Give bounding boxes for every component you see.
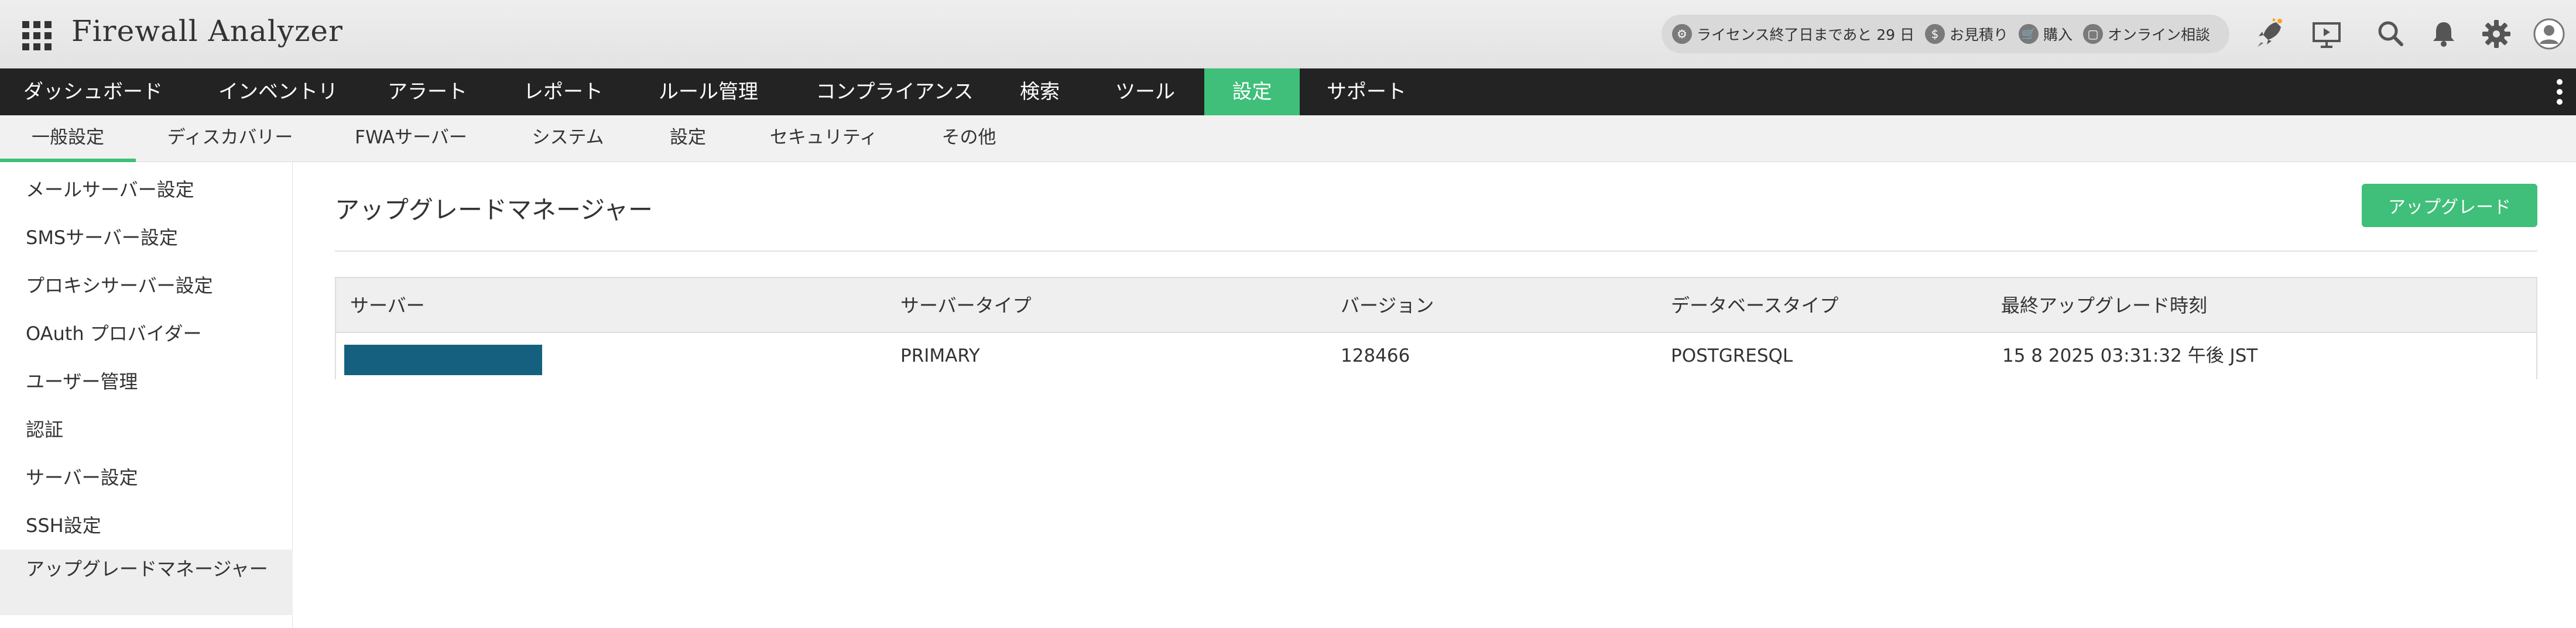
license-icon: ⚙ (1672, 24, 1692, 44)
nav-support[interactable]: サポート (1303, 68, 1430, 115)
settings-sidebar: メールサーバー設定 SMSサーバー設定 プロキシサーバー設定 OAuth プロバ… (0, 162, 293, 628)
app-title: Firewall Analyzer (71, 14, 343, 48)
consult-link[interactable]: ▢ オンライン相談 (2083, 23, 2210, 44)
user-icon[interactable] (2532, 16, 2567, 52)
nav-tools[interactable]: ツール (1092, 68, 1198, 115)
sub-navigation: 一般設定 ディスカバリー FWAサーバー システム 設定 セキュリティ その他 (0, 115, 2576, 162)
sidebar-item-upgrade-manager[interactable]: アップグレードマネージャー (0, 550, 293, 615)
column-header-database-type[interactable]: データベースタイプ (1671, 278, 1838, 333)
cell-database-type: POSTGRESQL (1671, 345, 1793, 366)
cell-last-upgrade-time: 15 8 2025 03:31:32 午後 JST (2002, 345, 2258, 366)
sidebar-item-authentication[interactable]: 認証 (0, 415, 293, 442)
table-header: サーバー サーバータイプ バージョン データベースタイプ 最終アップグレード時刻 (336, 278, 2536, 333)
upgrade-button[interactable]: アップグレード (2362, 184, 2537, 227)
tab-system[interactable]: システム (515, 115, 621, 162)
tab-settings[interactable]: 設定 (650, 115, 726, 162)
page-title: アップグレードマネージャー (335, 195, 653, 224)
column-header-version[interactable]: バージョン (1341, 278, 1434, 333)
redacted-server-name (344, 345, 542, 375)
more-vertical-icon[interactable] (2556, 79, 2563, 105)
rocket-icon[interactable] (2252, 16, 2287, 52)
tab-general-settings[interactable]: 一般設定 (0, 115, 136, 162)
sidebar-item-proxy-server[interactable]: プロキシサーバー設定 (0, 271, 293, 298)
quote-link[interactable]: $ お見積り (1924, 23, 2008, 44)
quote-text: お見積り (1949, 26, 2008, 43)
purchase-text: 購入 (2043, 26, 2073, 43)
sidebar-item-server-settings[interactable]: サーバー設定 (0, 463, 293, 490)
tab-security[interactable]: セキュリティ (756, 115, 891, 162)
chat-icon: ▢ (2083, 24, 2103, 44)
cell-version: 128466 (1341, 345, 1410, 366)
cell-server-type: PRIMARY (900, 345, 980, 366)
purchase-link[interactable]: 🛒 購入 (2018, 23, 2073, 44)
app-header: Firewall Analyzer ⚙ ライセンス終了日まであと 29 日 $ … (0, 0, 2576, 68)
upgrade-table: サーバー サーバータイプ バージョン データベースタイプ 最終アップグレード時刻… (335, 277, 2537, 379)
nav-rule-management[interactable]: ルール管理 (638, 68, 779, 115)
tab-discovery[interactable]: ディスカバリー (153, 115, 307, 162)
tab-other[interactable]: その他 (925, 115, 1013, 162)
column-header-server[interactable]: サーバー (350, 278, 425, 333)
nav-reports[interactable]: レポート (505, 68, 622, 115)
nav-alerts[interactable]: アラート (369, 68, 486, 115)
dollar-icon: $ (1924, 24, 1945, 44)
column-header-server-type[interactable]: サーバータイプ (900, 278, 1032, 333)
table-row: PRIMARY 128466 POSTGRESQL 15 8 2025 03:3… (336, 333, 2536, 379)
bell-icon[interactable] (2426, 16, 2461, 52)
title-divider (335, 250, 2537, 252)
license-info-bar: ⚙ ライセンス終了日まであと 29 日 $ お見積り 🛒 購入 ▢ オンライン相… (1662, 15, 2229, 53)
search-icon[interactable] (2373, 16, 2409, 52)
sidebar-item-mail-server[interactable]: メールサーバー設定 (0, 175, 293, 202)
sidebar-item-user-management[interactable]: ユーザー管理 (0, 367, 293, 394)
nav-dashboard[interactable]: ダッシュボード (0, 68, 186, 115)
cart-icon: 🛒 (2018, 24, 2039, 44)
column-header-last-upgrade-time[interactable]: 最終アップグレード時刻 (2001, 278, 2207, 333)
apps-grid-icon[interactable] (22, 21, 52, 50)
sidebar-item-oauth-provider[interactable]: OAuth プロバイダー (0, 319, 293, 346)
main-navigation: ダッシュボード インベントリ アラート レポート ルール管理 コンプライアンス … (0, 68, 2576, 115)
sidebar-item-ssh-settings[interactable]: SSH設定 (0, 511, 293, 538)
license-text: ライセンス終了日まであと 29 日 (1697, 26, 1914, 43)
sidebar-item-sms-server[interactable]: SMSサーバー設定 (0, 223, 293, 250)
consult-text: オンライン相談 (2108, 26, 2211, 43)
nav-compliance[interactable]: コンプライアンス (795, 68, 994, 115)
license-remaining[interactable]: ⚙ ライセンス終了日まであと 29 日 (1672, 23, 1914, 44)
nav-search[interactable]: 検索 (1005, 68, 1075, 115)
tab-fwa-server[interactable]: FWAサーバー (337, 115, 485, 162)
nav-settings[interactable]: 設定 (1204, 68, 1300, 115)
presentation-icon[interactable] (2309, 16, 2344, 52)
gear-icon[interactable] (2479, 16, 2514, 52)
nav-inventory[interactable]: インベントリ (193, 68, 363, 115)
